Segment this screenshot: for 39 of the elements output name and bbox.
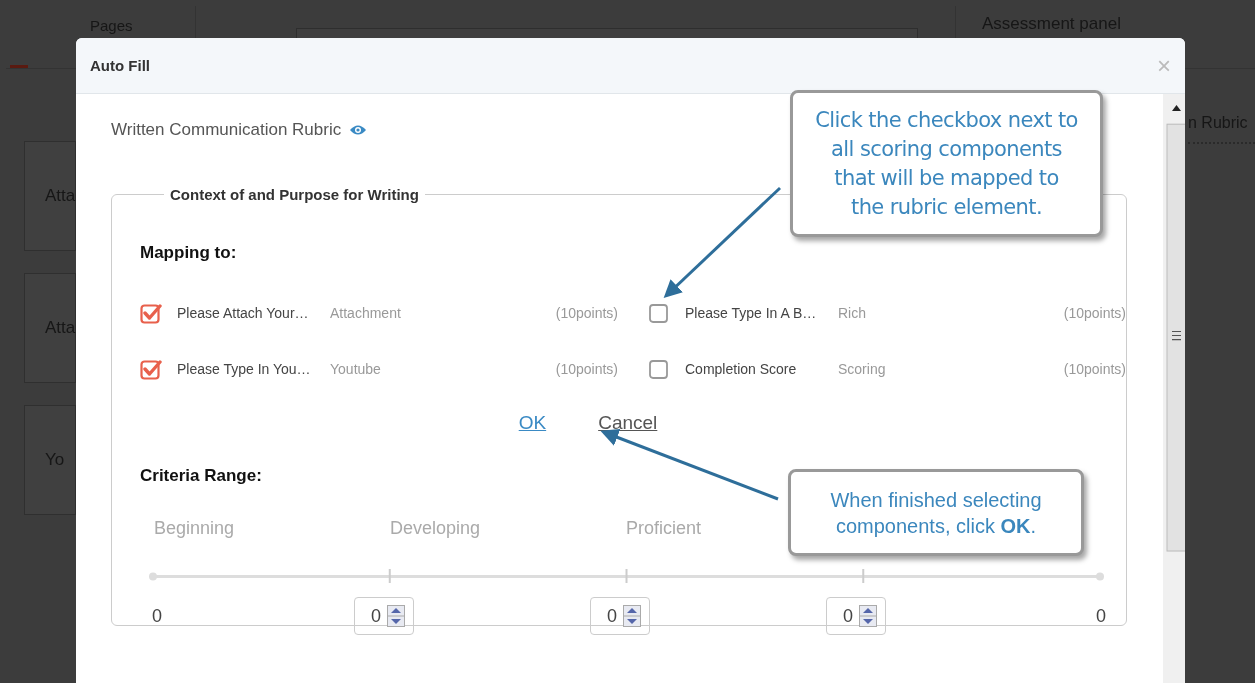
- component-name: Completion Score: [685, 361, 798, 377]
- level-label: Proficient: [626, 518, 702, 539]
- level-label: Beginning: [154, 518, 235, 539]
- range-min: 0: [152, 605, 162, 627]
- mapping-heading: Mapping to:: [140, 243, 238, 263]
- range-max: 0: [1096, 605, 1106, 627]
- number-spinner[interactable]: 0: [590, 597, 650, 635]
- ok-link[interactable]: OK: [518, 412, 547, 434]
- dialog-title: Auto Fill: [90, 57, 150, 74]
- spinner-arrows-icon[interactable]: [859, 605, 877, 627]
- number-spinner[interactable]: 0: [354, 597, 414, 635]
- number-spinner[interactable]: 0: [826, 597, 886, 635]
- component-type: Rich: [838, 305, 867, 321]
- scrollbar-drawing[interactable]: [1163, 94, 1185, 683]
- callout-note: Click the checkbox next to all scoring components that will be mapped to the rubric element.: [790, 90, 1103, 237]
- component-points: (10points): [1063, 305, 1126, 321]
- section-legend: Context of and Purpose for Writing: [164, 186, 425, 203]
- component-name: Please Type In You…: [177, 361, 312, 377]
- component-name: Please Attach Your…: [177, 305, 310, 321]
- callout-note: When finished selecting components, click OK.: [788, 469, 1084, 556]
- checkbox[interactable]: [140, 302, 162, 324]
- checkbox[interactable]: [140, 358, 162, 380]
- close-button[interactable]: ×: [1157, 53, 1171, 78]
- component-type: Scoring: [838, 361, 887, 377]
- spinner-arrows-icon[interactable]: [387, 605, 405, 627]
- component-type: Youtube: [330, 361, 382, 377]
- checkbox[interactable]: [648, 302, 670, 324]
- checkbox[interactable]: [648, 358, 670, 380]
- criteria-heading: Criteria Range:: [140, 466, 263, 486]
- rubric-title: Written Communication Rubric: [111, 120, 342, 140]
- component-points: (10points): [1063, 361, 1126, 377]
- component-name: Please Type In A B…: [685, 305, 818, 321]
- component-points: (10points): [555, 361, 618, 377]
- cancel-link[interactable]: Cancel: [598, 412, 658, 434]
- level-label: Developing: [390, 518, 481, 539]
- eye-icon[interactable]: [349, 124, 368, 136]
- component-points: (10points): [555, 305, 618, 321]
- component-type: Attachment: [330, 305, 402, 321]
- spinner-arrows-icon[interactable]: [623, 605, 641, 627]
